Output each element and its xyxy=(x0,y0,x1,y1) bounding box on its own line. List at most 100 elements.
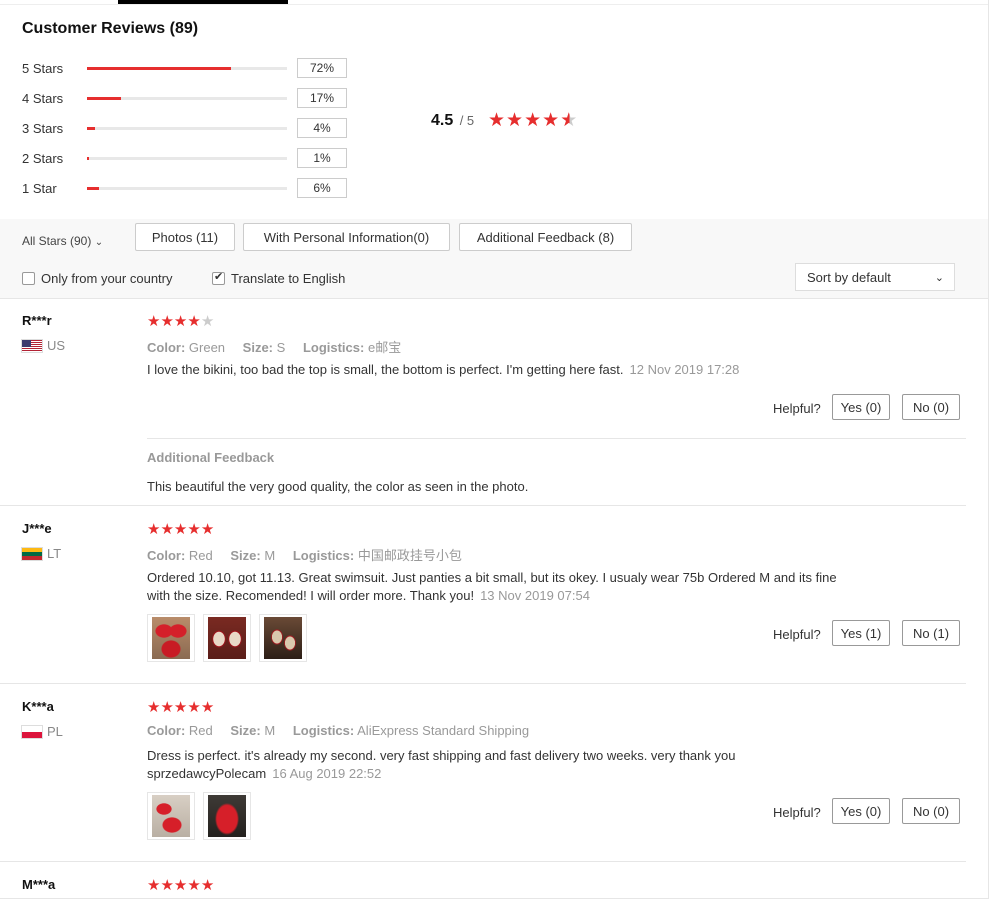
helpful-yes-button[interactable]: Yes (0) xyxy=(832,798,890,824)
bikini-photo xyxy=(208,795,246,837)
histogram-label: 3 Stars xyxy=(22,121,64,136)
review-divider xyxy=(0,861,966,862)
attr-label: Logistics: xyxy=(302,340,365,355)
additional-feedback-filter-button[interactable]: Additional Feedback (8) xyxy=(459,223,632,251)
review-body-line2: with the size. Recomended! I will order … xyxy=(147,588,475,603)
histogram-label: 5 Stars xyxy=(22,61,64,76)
review-country: LT xyxy=(22,546,61,561)
star-icon: ★ xyxy=(200,699,215,716)
star-icon: ★ xyxy=(187,313,201,330)
attr-size: S xyxy=(276,340,286,355)
histogram-fill xyxy=(87,187,99,190)
sort-select[interactable]: Sort by default ⌄ xyxy=(795,263,955,291)
histogram-percent: 17% xyxy=(297,88,347,108)
review-photo-thumbnail[interactable] xyxy=(203,614,251,662)
rating-summary: 4.5 / 5 xyxy=(431,112,474,136)
attr-logistics: e邮宝 xyxy=(367,340,402,355)
review-date: 12 Nov 2019 17:28 xyxy=(629,362,740,377)
star-icon: ★ xyxy=(147,699,161,716)
checkbox-icon xyxy=(22,272,35,285)
bikini-photo xyxy=(208,617,246,659)
translate-checkbox[interactable]: Translate to English xyxy=(212,270,346,286)
helpful-label: Helpful? xyxy=(773,805,821,820)
helpful-no-button[interactable]: No (0) xyxy=(902,798,960,824)
score-max: / 5 xyxy=(459,113,475,128)
review-photo-thumbnail[interactable] xyxy=(259,614,307,662)
star-icon: ★ xyxy=(187,877,201,894)
bikini-photo xyxy=(152,617,190,659)
attr-logistics: 中国邮政挂号小包 xyxy=(357,548,462,563)
flag-pl-icon xyxy=(22,725,42,738)
review-body-line1: Ordered 10.10, got 11.13. Great swimsuit… xyxy=(147,570,837,585)
star-icon: ★ xyxy=(488,110,506,131)
helpful-yes-button[interactable]: Yes (0) xyxy=(832,394,890,420)
helpful-no-button[interactable]: No (0) xyxy=(902,394,960,420)
chevron-down-icon: ⌄ xyxy=(94,237,104,248)
histogram-row-1[interactable]: 1 Star 6% xyxy=(22,178,362,198)
tab-divider xyxy=(0,4,988,5)
histogram-fill xyxy=(87,127,95,130)
attr-label: Color: xyxy=(147,723,186,738)
histogram-percent: 72% xyxy=(297,58,347,78)
review-date: 13 Nov 2019 07:54 xyxy=(480,588,590,603)
all-stars-label: All Stars (90) xyxy=(22,234,92,248)
star-icon: ★ xyxy=(147,877,161,894)
review-country: PL xyxy=(22,724,63,739)
review-photo-thumbnail[interactable] xyxy=(147,792,195,840)
star-icon: ★ xyxy=(147,313,161,330)
histogram-label: 2 Stars xyxy=(22,151,64,166)
review-divider xyxy=(0,683,966,684)
helpful-no-button[interactable]: No (1) xyxy=(902,620,960,646)
average-stars: ★★★★★ xyxy=(488,111,578,131)
review-text: I love the bikini, too bad the top is sm… xyxy=(147,361,877,379)
histogram-row-3[interactable]: 3 Stars 4% xyxy=(22,118,362,138)
histogram-row-4[interactable]: 4 Stars 17% xyxy=(22,88,362,108)
histogram-percent: 4% xyxy=(297,118,347,138)
attr-label: Size: xyxy=(230,548,261,563)
review-attributes: Color: Green Size: S Logistics: e邮宝 xyxy=(147,337,401,356)
bikini-photo xyxy=(152,795,190,837)
half-star-icon: ★ xyxy=(560,110,578,131)
helpful-yes-button[interactable]: Yes (1) xyxy=(832,620,890,646)
chevron-down-icon: ⌄ xyxy=(934,272,944,284)
flag-us-icon xyxy=(22,339,42,352)
additional-feedback-title: Additional Feedback xyxy=(147,450,275,465)
attr-label: Size: xyxy=(230,723,261,738)
attr-color: Red xyxy=(188,723,213,738)
only-country-label: Only from your country xyxy=(41,271,173,286)
review-user: J***e xyxy=(22,521,52,536)
review-divider xyxy=(0,505,966,506)
histogram-track xyxy=(87,97,287,100)
page-title: Customer Reviews (89) xyxy=(22,20,199,37)
histogram-row-5[interactable]: 5 Stars 72% xyxy=(22,58,362,78)
star-icon: ★ xyxy=(160,313,174,330)
review-user: M***a xyxy=(22,877,56,892)
bikini-photo xyxy=(264,617,302,659)
star-icon: ★ xyxy=(160,521,174,538)
attr-label: Color: xyxy=(147,340,186,355)
star-icon: ★ xyxy=(506,110,524,131)
attr-label: Size: xyxy=(242,340,274,355)
star-icon: ★ xyxy=(187,521,201,538)
flag-lt-icon xyxy=(22,547,42,560)
review-stars: ★★★★★ xyxy=(147,312,214,330)
histogram-percent: 6% xyxy=(297,178,347,198)
all-stars-dropdown[interactable]: All Stars (90) ⌄ xyxy=(22,234,103,248)
translate-label: Translate to English xyxy=(231,271,346,286)
review-photo-thumbnail[interactable] xyxy=(147,614,195,662)
histogram-row-2[interactable]: 2 Stars 1% xyxy=(22,148,362,168)
histogram-fill xyxy=(87,157,89,160)
review-user: K***a xyxy=(22,699,54,714)
star-icon: ★ xyxy=(173,877,188,894)
average-score: 4.5 xyxy=(431,112,454,129)
attr-size: M xyxy=(264,723,276,738)
star-icon: ★ xyxy=(187,699,201,716)
review-stars: ★★★★★ xyxy=(147,876,214,894)
only-country-checkbox[interactable]: Only from your country xyxy=(22,271,173,286)
review-photo-thumbnail[interactable] xyxy=(203,792,251,840)
review-attributes: Color: Red Size: M Logistics: AliExpress… xyxy=(147,723,529,738)
photos-filter-button[interactable]: Photos (11) xyxy=(135,223,235,251)
helpful-label: Helpful? xyxy=(773,627,821,642)
attr-logistics: AliExpress Standard Shipping xyxy=(357,723,530,738)
personal-info-filter-button[interactable]: With Personal Information(0) xyxy=(243,223,450,251)
